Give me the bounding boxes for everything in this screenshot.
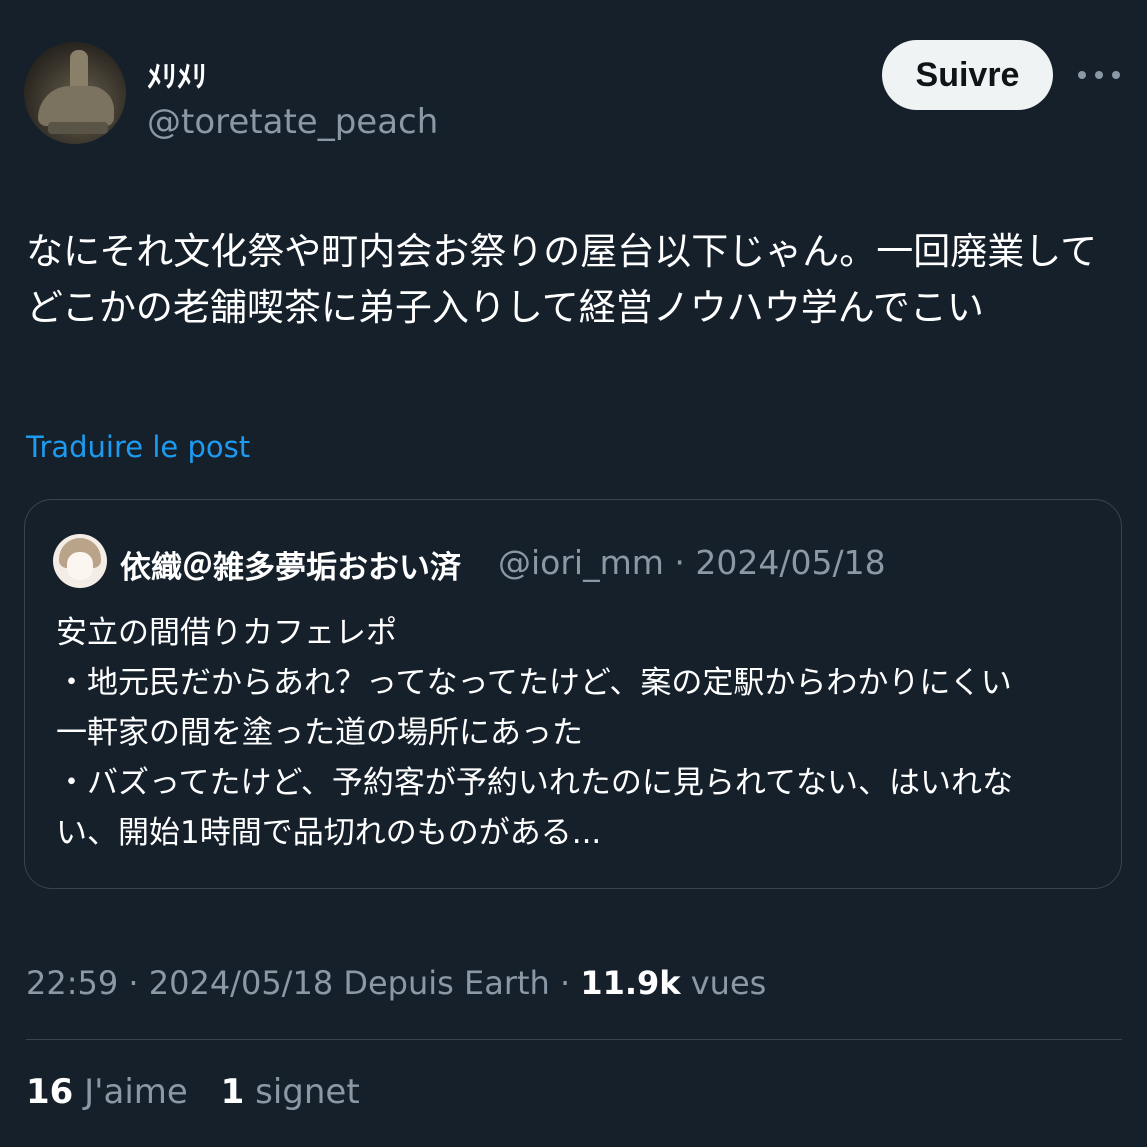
avatar-figure (48, 122, 108, 134)
author-avatar[interactable] (24, 42, 126, 144)
quoted-author-display-name: 依織＠雑多夢垢おおい済 (120, 550, 461, 586)
post-meta: 22:59 · 2024/05/18 Depuis Earth · 11.9k … (26, 964, 767, 1002)
views-count: 11.9k (580, 964, 681, 1002)
avatar-figure (70, 50, 88, 90)
follow-button[interactable]: Suivre (882, 40, 1053, 110)
author-display-name[interactable]: ﾒﾘﾒﾘ (147, 52, 207, 96)
quoted-author-avatar (53, 534, 107, 588)
divider (26, 1039, 1122, 1040)
likes-label: J'aime (84, 1072, 188, 1112)
bookmarks-count: 1 (220, 1072, 245, 1112)
post-time[interactable]: 22:59 (26, 964, 118, 1002)
post-date[interactable]: 2024/05/18 (149, 964, 333, 1002)
views-label: vues (680, 964, 767, 1002)
quoted-author-meta: @iori_mm · 2024/05/18 (498, 543, 886, 582)
bookmarks-label: signet (255, 1072, 360, 1112)
more-options-icon[interactable] (1078, 60, 1120, 90)
post-text: なにそれ文化祭や町内会お祭りの屋台以下じゃん。一回廃業して どこかの老舗喫茶に弟… (26, 230, 1098, 329)
likes-count: 16 (26, 1072, 74, 1112)
quoted-author-handle: @iori_mm (498, 543, 664, 582)
post-stats: 16 J'aime 1 signet (26, 1072, 360, 1112)
translate-post-link[interactable]: Traduire le post (26, 430, 250, 464)
quoted-post-date: 2024/05/18 (695, 543, 886, 582)
likes-stat[interactable]: 16 J'aime (26, 1072, 188, 1112)
avatar-figure (38, 86, 114, 126)
author-handle[interactable]: @toretate_peach (147, 102, 438, 142)
bookmarks-stat[interactable]: 1 signet (221, 1072, 360, 1112)
quoted-post-text: 安立の間借りカフェレポ ・地元民だからあれ？ってなってたけど、案の定駅からわかり… (56, 615, 1013, 851)
meta-separator: · (663, 543, 696, 582)
post-source: Depuis Earth (333, 964, 550, 1002)
